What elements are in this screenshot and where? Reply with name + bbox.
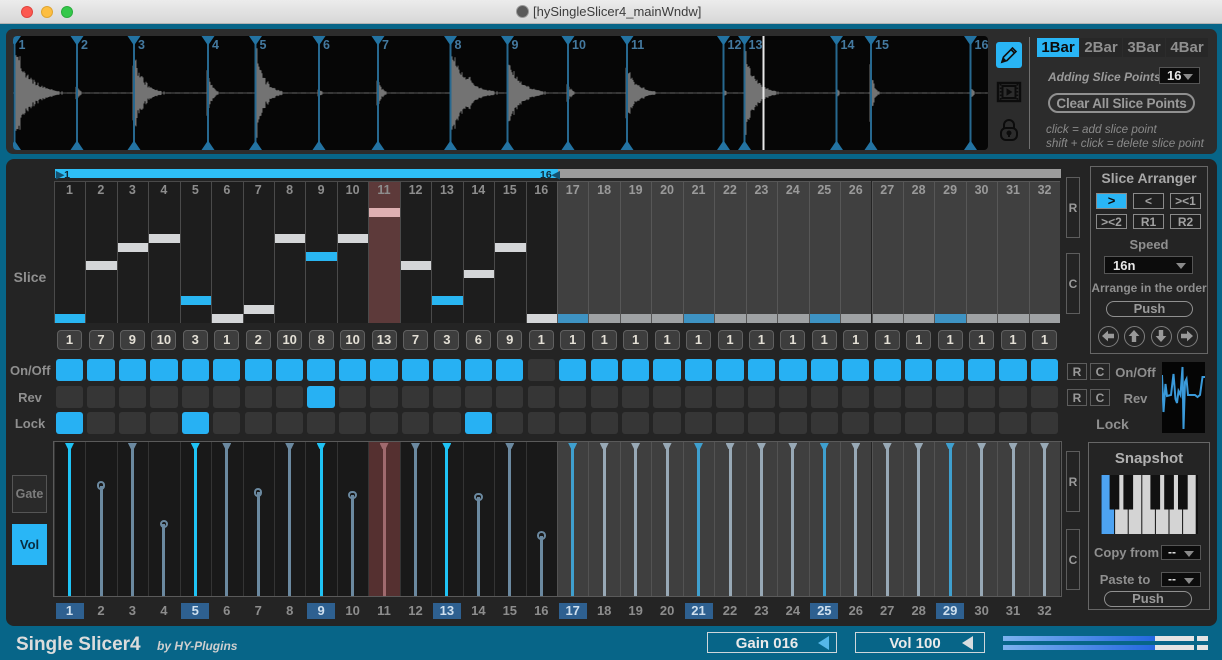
- svg-text:7: 7: [382, 38, 389, 52]
- svg-text:1: 1: [19, 38, 26, 52]
- svg-text:13: 13: [749, 38, 763, 52]
- svg-text:6: 6: [323, 38, 330, 52]
- svg-text:2: 2: [81, 38, 88, 52]
- svg-text:4: 4: [212, 38, 219, 52]
- svg-text:5: 5: [260, 38, 267, 52]
- svg-text:3: 3: [138, 38, 145, 52]
- svg-text:11: 11: [631, 38, 644, 52]
- svg-text:12: 12: [728, 38, 742, 52]
- svg-text:8: 8: [455, 38, 462, 52]
- svg-text:10: 10: [572, 38, 586, 52]
- svg-text:16: 16: [975, 38, 989, 52]
- svg-text:9: 9: [512, 38, 519, 52]
- svg-text:14: 14: [841, 38, 855, 52]
- svg-text:15: 15: [875, 38, 889, 52]
